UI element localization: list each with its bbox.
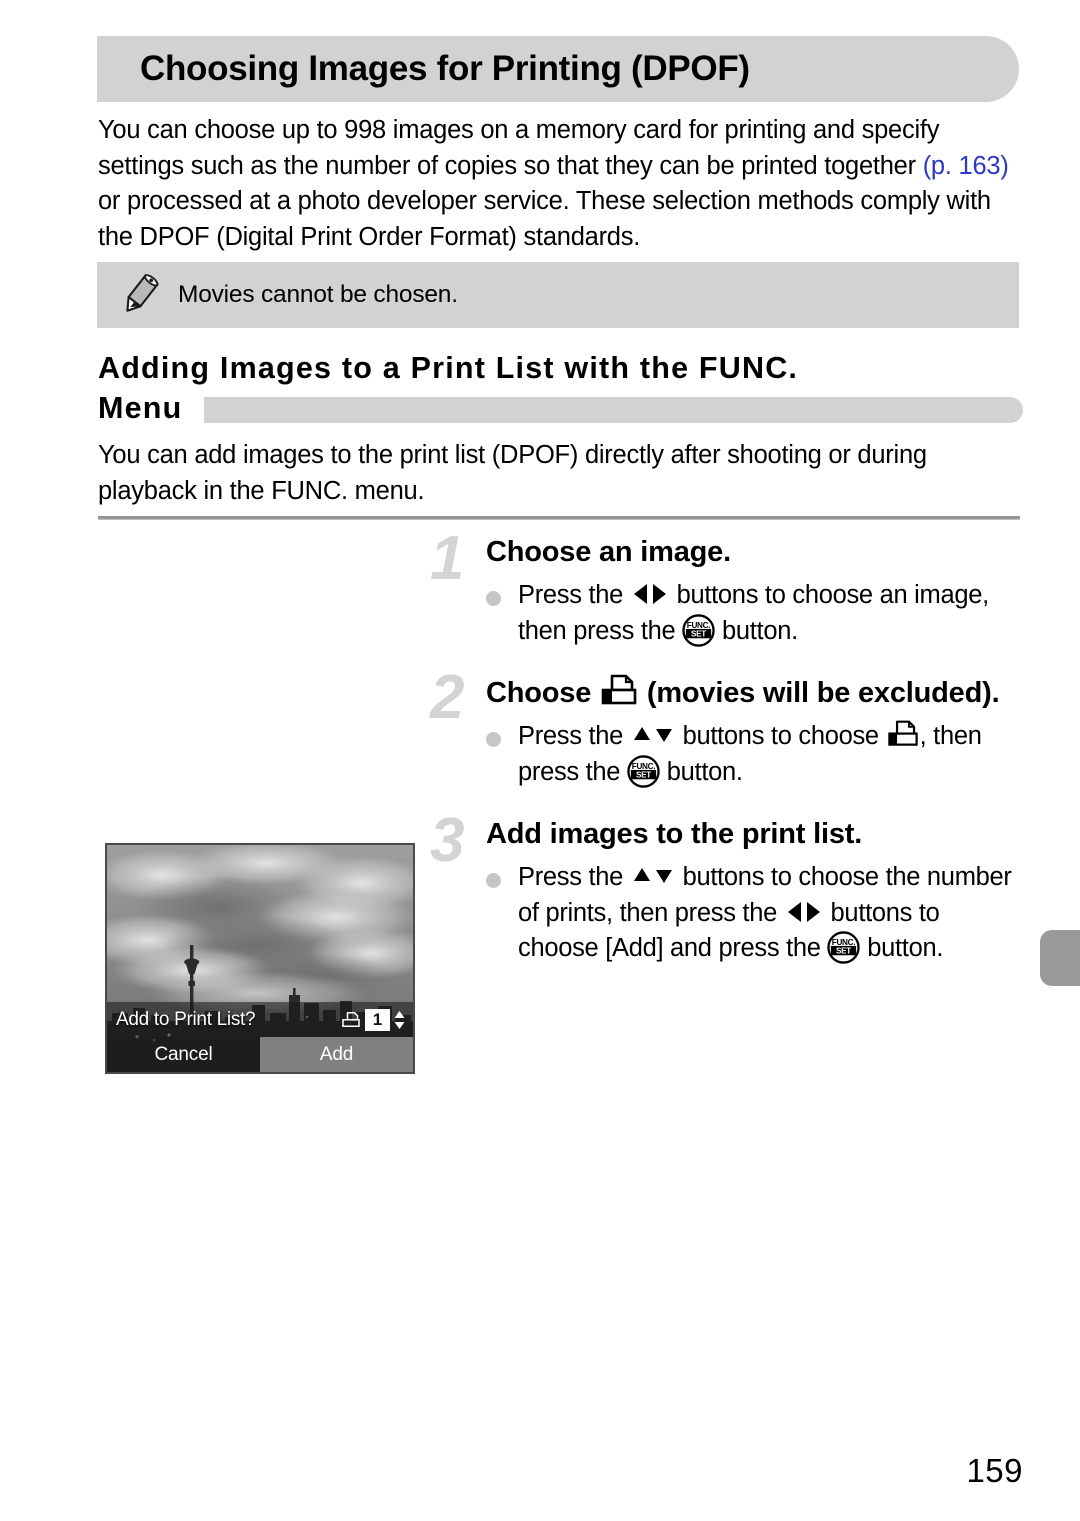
step-2-text-d: button. [659, 757, 743, 786]
bullet-icon [486, 591, 501, 606]
camera-add-button[interactable]: Add [260, 1037, 413, 1072]
step-2-number: 2 [430, 663, 465, 732]
step-1-text-a: Press the [518, 581, 630, 609]
note-text: Movies cannot be chosen. [178, 281, 458, 308]
section-divider [98, 516, 1020, 520]
step-3: 3 Add images to the print list. Press th… [430, 810, 1026, 967]
camera-overlay: Add to Print List? 1 Cancel Add [107, 1002, 413, 1072]
camera-print-count[interactable]: 1 [365, 1008, 390, 1031]
camera-cancel-button[interactable]: Cancel [107, 1037, 260, 1072]
svg-text:SET: SET [836, 947, 851, 956]
steps-list: 1 Choose an image. Press the buttons to … [430, 528, 1026, 973]
up-down-arrows-icon [633, 727, 672, 742]
section-paragraph: You can add images to the print list (DP… [98, 441, 927, 505]
step-3-text-a: Press the [518, 863, 630, 891]
bullet-icon [486, 873, 501, 888]
camera-overlay-button-row: Cancel Add [107, 1037, 413, 1072]
dpof-print-icon [342, 1011, 360, 1027]
step-3-number: 3 [430, 806, 465, 875]
bullet-icon [486, 732, 501, 747]
dpof-print-icon [887, 720, 918, 746]
step-3-body: Press the buttons to choose the number o… [486, 860, 1026, 967]
step-2: 2 Choose (movies will be excluded). Pres… [430, 667, 1026, 790]
step-2-text-b: buttons to choose [675, 722, 886, 750]
svg-text:SET: SET [691, 629, 706, 638]
section-heading-bar [204, 397, 1023, 423]
func-set-button-icon: FUNC.SET [682, 613, 715, 647]
up-down-arrows-icon [633, 868, 672, 883]
camera-screen-figure: Add to Print List? 1 Cancel Add [105, 843, 415, 1074]
step-2-title: Choose (movies will be excluded). [486, 673, 1026, 712]
camera-print-count-group: 1 [341, 1008, 405, 1031]
step-2-body: Press the buttons to choose , then press… [486, 719, 1026, 790]
intro-paragraph: You can choose up to 998 images on a mem… [98, 113, 1023, 255]
camera-overlay-prompt-row: Add to Print List? 1 [107, 1002, 413, 1037]
svg-text:FUNC.: FUNC. [832, 938, 855, 947]
page-title-bar: Choosing Images for Printing (DPOF) [97, 36, 1019, 102]
step-1: 1 Choose an image. Press the buttons to … [430, 528, 1026, 649]
note-box: Movies cannot be chosen. [97, 262, 1019, 328]
step-1-body: Press the buttons to choose an image, th… [486, 578, 1026, 649]
section-heading: Adding Images to a Print List with the F… [98, 348, 1023, 428]
camera-prompt-text: Add to Print List? [116, 1008, 256, 1030]
step-3-title: Add images to the print list. [486, 816, 1026, 853]
step-1-title: Choose an image. [486, 534, 1026, 571]
svg-text:SET: SET [636, 770, 651, 779]
step-1-number: 1 [430, 524, 465, 593]
dpof-print-icon [601, 674, 637, 705]
step-1-title-text: Choose an image. [486, 536, 731, 568]
step-2-title-after: (movies will be excluded). [639, 677, 1000, 709]
left-right-arrows-icon [787, 901, 820, 922]
svg-text:FUNC.: FUNC. [632, 761, 655, 770]
page-reference-link[interactable]: (p. 163) [923, 152, 1009, 180]
step-2-title-before: Choose [486, 677, 599, 709]
intro-text-part1: You can choose up to 998 images on a mem… [98, 116, 940, 180]
up-down-spinner-icon[interactable] [394, 1010, 405, 1030]
page-number: 159 [966, 1452, 1023, 1489]
step-2-text-a: Press the [518, 722, 630, 750]
section-heading-line1: Adding Images to a Print List with the F… [98, 351, 799, 385]
chapter-thumb-tab [1040, 930, 1080, 986]
step-1-text-c: button. [715, 616, 798, 645]
step-3-text-d: button. [860, 934, 944, 962]
intro-text-part2: or processed at a photo developer servic… [98, 187, 991, 251]
left-right-arrows-icon [633, 584, 666, 604]
section-heading-line2: Menu [98, 391, 183, 425]
func-set-button-icon: FUNC.SET [827, 931, 861, 964]
pencil-icon [126, 273, 159, 312]
page-title: Choosing Images for Printing (DPOF) [140, 49, 750, 88]
step-3-title-text: Add images to the print list. [486, 818, 863, 850]
func-set-button-icon: FUNC.SET [627, 754, 660, 788]
svg-text:FUNC.: FUNC. [687, 620, 710, 629]
